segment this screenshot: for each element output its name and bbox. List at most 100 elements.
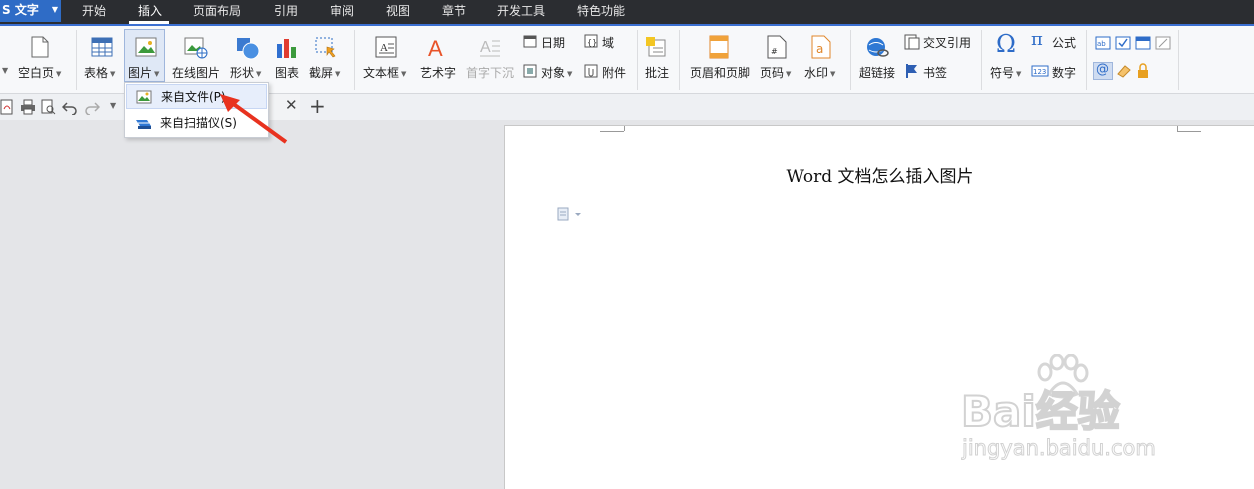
customize-toolbar-chevron-icon[interactable]: ▼ [110, 101, 116, 110]
dropcap-button[interactable]: 首字下沉 [466, 64, 514, 81]
svg-text:a: a [816, 42, 823, 56]
header-footer-button[interactable]: 页眉和页脚 [690, 64, 750, 81]
blank-page-label: 空白页 [18, 66, 55, 80]
number-icon: 123 [1031, 65, 1049, 77]
cross-reference-icon [904, 34, 920, 50]
redo-icon[interactable] [84, 99, 100, 115]
picture-button[interactable]: 图片 ▼ [128, 64, 159, 81]
watermark-url: jingyan.baidu.com [962, 436, 1157, 461]
hyperlink-icon [867, 38, 889, 57]
attachment-icon [584, 64, 598, 78]
margin-corner-marker [600, 131, 624, 132]
comment-button[interactable]: 批注 [645, 64, 669, 81]
tab-start[interactable]: 开始 [82, 0, 106, 24]
divider [981, 30, 982, 90]
header-footer-icon [709, 35, 729, 59]
watermark-brand: Bai经验 [960, 386, 1121, 437]
watermark-button[interactable]: 水印 ▼ [804, 64, 835, 81]
scanner-icon [136, 120, 151, 129]
date-button[interactable]: 日期 [541, 34, 565, 51]
textbox-label: 文本框 [363, 66, 400, 80]
document-page[interactable]: Word 文档怎么插入图片 Bai经验 jingyan.baidu.com [504, 125, 1254, 489]
red-arrow-annotation [220, 94, 288, 144]
blank-page-icon [31, 36, 49, 58]
table-icon [91, 37, 113, 57]
cross-reference-button[interactable]: 交叉引用 [923, 34, 971, 51]
screenshot-icon [315, 37, 336, 58]
shape-icon [237, 38, 260, 60]
text-form-field-icon[interactable]: ab [1095, 36, 1111, 50]
bookmark-button[interactable]: 书签 [923, 64, 947, 81]
chevron-down-icon: ▼ [51, 5, 58, 14]
print-icon[interactable] [20, 99, 36, 115]
table-button[interactable]: 表格 ▼ [84, 64, 115, 81]
bookmark-flag-icon [906, 64, 917, 78]
divider [850, 30, 851, 90]
eraser-icon[interactable] [1116, 64, 1132, 78]
export-pdf-icon[interactable] [0, 99, 14, 115]
menu-bar: S 文字 ▼ 开始 插入 页面布局 引用 审阅 视图 章节 开发工具 特色功能 [0, 0, 1254, 24]
picture-icon [136, 90, 152, 104]
wordart-icon: A [428, 36, 443, 59]
hyperlink-button[interactable]: 超链接 [859, 64, 895, 81]
textbox-button[interactable]: 文本框 ▼ [363, 64, 406, 81]
shape-button[interactable]: 形状 ▼ [230, 64, 261, 81]
screenshot-button[interactable]: 截屏 ▼ [309, 64, 340, 81]
undo-icon[interactable] [62, 99, 78, 115]
app-menu-button[interactable]: S 文字 ▼ [0, 0, 61, 22]
number-button[interactable]: 数字 [1052, 64, 1076, 81]
object-label: 对象 [541, 66, 566, 80]
svg-text:123: 123 [1033, 68, 1046, 76]
tab-references[interactable]: 引用 [274, 0, 298, 24]
field-button[interactable]: 域 [602, 34, 614, 51]
margin-corner-marker [1177, 131, 1201, 132]
svg-text:#: # [771, 47, 778, 56]
page-number-button[interactable]: 页码 ▼ [760, 64, 791, 81]
divider [354, 30, 355, 90]
page-number-label: 页码 [760, 66, 785, 80]
lock-icon[interactable] [1136, 63, 1150, 79]
at-sign-icon: @ [1096, 62, 1109, 77]
field-icon: {} [584, 34, 598, 48]
watermark-icon: a [811, 35, 831, 59]
tab-special-features[interactable]: 特色功能 [577, 0, 625, 24]
tab-view[interactable]: 视图 [386, 0, 410, 24]
print-preview-icon[interactable] [41, 99, 57, 115]
divider [1086, 30, 1087, 90]
object-button[interactable]: 对象 ▼ [541, 64, 572, 81]
svg-text:A: A [428, 36, 443, 59]
online-picture-button[interactable]: 在线图片 [172, 64, 220, 81]
symbol-label: 符号 [990, 66, 1015, 80]
divider [1178, 30, 1179, 90]
form-properties-icon[interactable] [1155, 36, 1171, 50]
divider [637, 30, 638, 90]
picture-icon [135, 37, 157, 57]
wordart-button[interactable]: 艺术字 [420, 64, 456, 81]
new-tab-plus-icon[interactable]: + [309, 94, 326, 118]
chevron-down-icon[interactable]: ▼ [2, 66, 8, 75]
screenshot-label: 截屏 [309, 66, 334, 80]
formula-button[interactable]: 公式 [1052, 34, 1076, 51]
picture-label: 图片 [128, 66, 153, 80]
checkbox-form-field-icon[interactable] [1115, 36, 1131, 50]
chart-button[interactable]: 图表 [275, 64, 299, 81]
watermark-label: 水印 [804, 66, 829, 80]
svg-text:{}: {} [587, 38, 597, 47]
margin-corner-marker [1177, 126, 1178, 131]
dropdown-form-field-icon[interactable] [1135, 36, 1151, 50]
tab-page-layout[interactable]: 页面布局 [193, 0, 241, 24]
tab-section[interactable]: 章节 [442, 0, 466, 24]
page-number-icon: # [767, 35, 787, 59]
chart-icon [277, 39, 296, 58]
attachment-button[interactable]: 附件 [602, 64, 626, 81]
document-title[interactable]: Word 文档怎么插入图片 [505, 162, 1254, 187]
dropcap-icon: A [480, 39, 500, 57]
app-name: S 文字 [2, 3, 39, 17]
calendar-icon [523, 35, 537, 48]
tab-developer[interactable]: 开发工具 [497, 0, 545, 24]
paste-options-icon[interactable] [557, 207, 585, 221]
blank-page-button[interactable]: 空白页 ▼ [18, 64, 61, 81]
tab-review[interactable]: 审阅 [330, 0, 354, 24]
pi-icon: π [1031, 29, 1043, 50]
symbol-button[interactable]: 符号 ▼ [990, 64, 1021, 81]
